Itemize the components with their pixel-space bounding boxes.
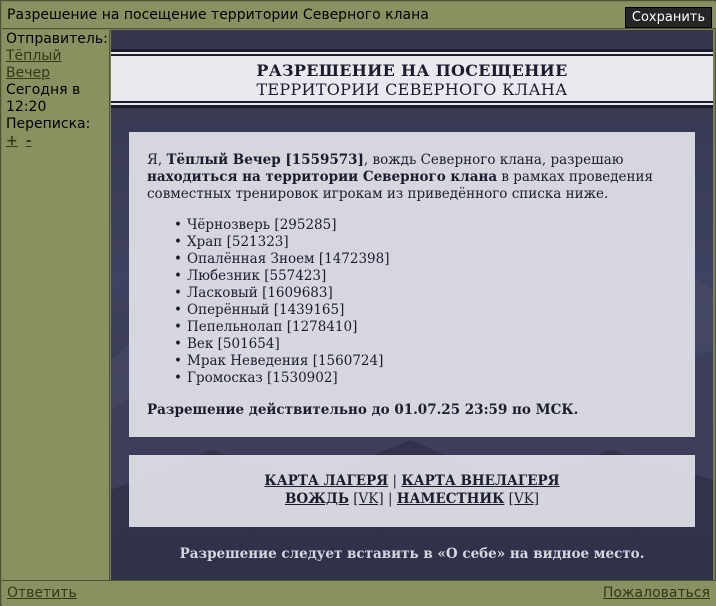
list-item: Опалённая Зноем [1472398]	[174, 251, 677, 268]
author-name: Тёплый Вечер [1559573]	[166, 152, 364, 168]
intro-prefix: Я,	[147, 152, 167, 168]
message-sidebar: Отправитель: Тёплый Вечер Сегодня в 12:2…	[2, 30, 110, 580]
placement-note: Разрешение следует вставить в «О себе» н…	[179, 546, 645, 562]
thread-controls: + -	[6, 133, 105, 150]
sender-name-line2: Вечер	[6, 65, 50, 81]
validity-text: Разрешение действительно до 01.07.25 23:…	[147, 402, 579, 418]
list-item: Храп [521323]	[174, 234, 677, 251]
leader-vk-link[interactable]: [VK]	[353, 491, 383, 507]
list-item: Громосказ [1530902]	[174, 370, 677, 387]
player-list: Чёрнозверь [295285] Храп [521323] Опалён…	[147, 217, 677, 387]
links-row-contacts: ВОЖДЬ [VK] | НАМЕСТНИК [VK]	[129, 490, 695, 508]
report-link[interactable]: Пожаловаться	[603, 585, 710, 601]
message-footer: Ответить Пожаловаться	[2, 580, 716, 606]
list-item: Оперённый [1439165]	[174, 302, 677, 319]
letter-header: РАЗРЕШЕНИЕ НА ПОСЕЩЕНИЕ ТЕРРИТОРИИ СЕВЕР…	[111, 49, 713, 108]
permission-intro: Я, Тёплый Вечер [1559573], вождь Северно…	[147, 152, 682, 203]
links-separator: |	[388, 473, 402, 489]
sender-name-line1: Тёплый	[6, 48, 62, 64]
date-line1: Сегодня в	[6, 82, 81, 98]
save-button[interactable]: Сохранить	[624, 7, 712, 28]
intro-mid: , вождь Северного клана, разрешаю	[363, 152, 624, 168]
list-item: Чёрнозверь [295285]	[174, 217, 677, 234]
message-body: РАЗРЕШЕНИЕ НА ПОСЕЩЕНИЕ ТЕРРИТОРИИ СЕВЕР…	[111, 30, 713, 580]
collapse-thread-button[interactable]: -	[26, 133, 32, 149]
permission-panel: Я, Тёплый Вечер [1559573], вождь Северно…	[129, 132, 695, 437]
list-item: Пепельнолап [1278410]	[174, 319, 677, 336]
list-item: Век [501654]	[174, 336, 677, 353]
header-title-line2: ТЕРРИТОРИИ СЕВЕРНОГО КЛАНА	[256, 80, 568, 99]
header-title-line1: РАЗРЕШЕНИЕ НА ПОСЕЩЕНИЕ	[256, 61, 568, 80]
outside-map-link[interactable]: КАРТА ВНЕЛАГЕРЯ	[401, 473, 559, 489]
message-window: Разрешение на посещение территории Север…	[0, 0, 716, 606]
list-item: Ласковый [1609683]	[174, 285, 677, 302]
permission-text: находиться на территории Северного клана	[147, 169, 498, 185]
camp-map-link[interactable]: КАРТА ЛАГЕРЯ	[264, 473, 388, 489]
date-line2: 12:20	[6, 99, 47, 115]
leader-link[interactable]: ВОЖДЬ	[285, 491, 349, 507]
links-panel: КАРТА ЛАГЕРЯ | КАРТА ВНЕЛАГЕРЯ ВОЖДЬ [VK…	[129, 455, 695, 527]
list-item: Мрак Неведения [1560724]	[174, 353, 677, 370]
links-separator: |	[383, 491, 397, 507]
expand-thread-button[interactable]: +	[6, 133, 18, 149]
reply-link[interactable]: Ответить	[7, 585, 77, 601]
thread-label: Переписка:	[6, 116, 91, 132]
title-bar: Разрешение на посещение территории Север…	[2, 2, 716, 29]
deputy-vk-link[interactable]: [VK]	[509, 491, 539, 507]
sender-label: Отправитель:	[6, 31, 108, 47]
list-item: Любезник [557423]	[174, 268, 677, 285]
message-title: Разрешение на посещение территории Север…	[7, 7, 429, 23]
sender-link[interactable]: Тёплый Вечер	[6, 48, 61, 81]
deputy-link[interactable]: НАМЕСТНИК	[397, 491, 505, 507]
links-row-maps: КАРТА ЛАГЕРЯ | КАРТА ВНЕЛАГЕРЯ	[129, 472, 695, 490]
